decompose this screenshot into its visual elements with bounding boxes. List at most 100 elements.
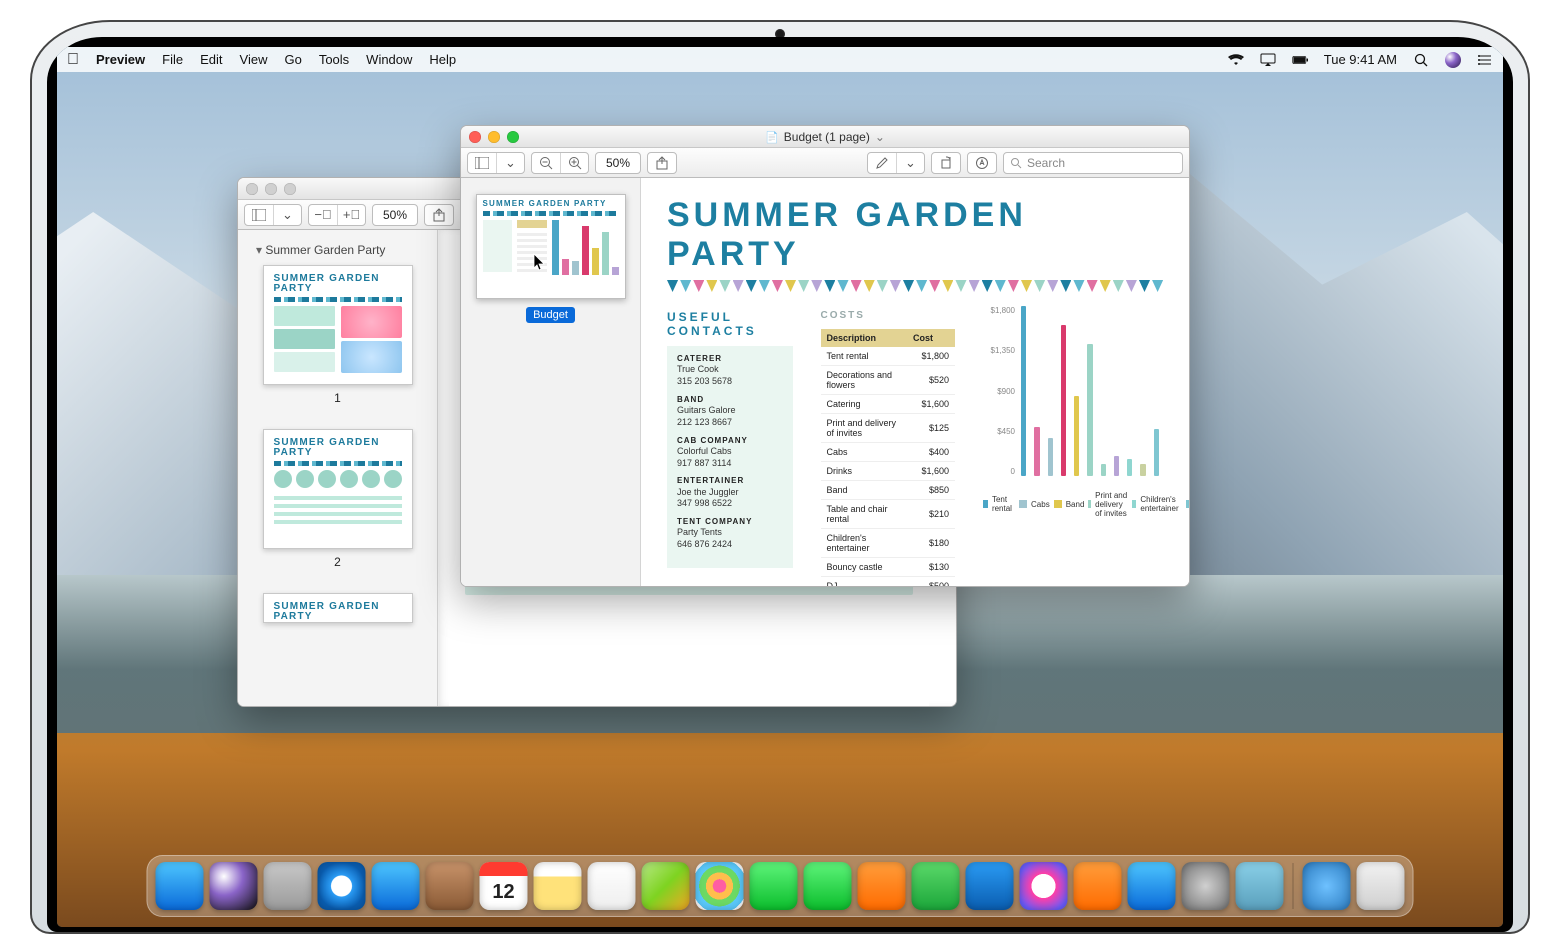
battery-icon[interactable] xyxy=(1292,52,1308,68)
cost-desc: Table and chair rental xyxy=(821,500,907,529)
y-tick: $900 xyxy=(983,387,1015,396)
share-button[interactable] xyxy=(425,205,453,225)
chart-y-axis: $1,800$1,350$900$4500 xyxy=(983,306,1015,476)
legend-item: Children's entertainer xyxy=(1132,495,1182,513)
zoom-level[interactable]: 50% xyxy=(373,205,417,225)
dock-app-safari[interactable] xyxy=(318,862,366,910)
dock: 12 xyxy=(147,855,1414,917)
zoom-level[interactable]: 50% xyxy=(596,153,640,173)
zoom-out-button[interactable]: −⃝ xyxy=(309,205,337,225)
dock-separator xyxy=(1293,863,1294,909)
app-menu[interactable]: Preview xyxy=(96,52,145,67)
contact-name: Guitars Galore xyxy=(677,405,783,417)
dock-app-pages[interactable] xyxy=(858,862,906,910)
siri-icon[interactable] xyxy=(1445,52,1461,68)
chart-bar xyxy=(1101,464,1106,476)
document-canvas-budget[interactable]: SUMMER GARDEN PARTY USEFUL CONTACTS CATE… xyxy=(641,178,1189,586)
dock-app-messages[interactable] xyxy=(750,862,798,910)
contacts-header: USEFUL CONTACTS xyxy=(667,310,793,338)
costs-table: Description Cost Tent rental$1,800Decora… xyxy=(821,329,955,586)
chart-bar xyxy=(1034,427,1039,476)
dock-app-finder[interactable] xyxy=(156,862,204,910)
cost-value: $1,800 xyxy=(907,347,955,366)
dock-app-reminders[interactable] xyxy=(588,862,636,910)
markup-highlight-button[interactable] xyxy=(868,153,896,173)
share-button[interactable] xyxy=(648,153,676,173)
sidebar-toggle[interactable]: ⌄ xyxy=(467,152,525,174)
contact-name: True Cook xyxy=(677,364,783,376)
sidebar-doc-title[interactable]: Summer Garden Party xyxy=(256,243,425,257)
menu-window[interactable]: Window xyxy=(366,52,412,67)
zoom-out-button[interactable] xyxy=(532,153,560,173)
search-icon xyxy=(1010,157,1022,169)
menubar-clock[interactable]: Tue 9:41 AM xyxy=(1324,52,1397,67)
dock-app-ibooks[interactable] xyxy=(1074,862,1122,910)
chart-bar xyxy=(1087,344,1092,476)
cost-desc: Drinks xyxy=(821,462,907,481)
contact-tel: 917 887 3114 xyxy=(677,458,783,470)
cost-value: $520 xyxy=(907,366,955,395)
contact-item: CAB COMPANYColorful Cabs917 887 3114 xyxy=(677,436,783,470)
dock-app-notes[interactable] xyxy=(534,862,582,910)
menu-view[interactable]: View xyxy=(240,52,268,67)
zoom-button[interactable] xyxy=(284,183,296,195)
menu-file[interactable]: File xyxy=(162,52,183,67)
minimize-button[interactable] xyxy=(265,183,277,195)
dock-app-appstore[interactable] xyxy=(1128,862,1176,910)
dock-app-itunes[interactable] xyxy=(1020,862,1068,910)
page-thumbnail-1[interactable]: SUMMER GARDEN PARTY xyxy=(250,265,425,405)
chevron-down-icon[interactable]: ⌄ xyxy=(875,130,885,144)
airplay-icon[interactable] xyxy=(1260,52,1276,68)
chevron-down-icon[interactable]: ⌄ xyxy=(896,153,924,173)
dock-app-preferences[interactable] xyxy=(1182,862,1230,910)
menu-tools[interactable]: Tools xyxy=(319,52,349,67)
window-titlebar-budget[interactable]: Budget (1 page)⌄ xyxy=(461,126,1189,148)
legend-item: Cabs xyxy=(1019,500,1050,509)
dock-app-facetime[interactable] xyxy=(804,862,852,910)
cost-value: $130 xyxy=(907,558,955,577)
contact-category: BAND xyxy=(677,395,783,405)
minimize-button[interactable] xyxy=(488,131,500,143)
sidebar-icon xyxy=(245,205,273,225)
wifi-icon[interactable] xyxy=(1228,52,1244,68)
decorative-triangle-strip xyxy=(667,280,1163,292)
page-thumbnail-2[interactable]: SUMMER GARDEN PARTY xyxy=(250,429,425,569)
legend-item: DJ xyxy=(1186,500,1189,509)
rotate-button[interactable] xyxy=(932,153,960,173)
menu-help[interactable]: Help xyxy=(429,52,456,67)
chart-bar xyxy=(1048,438,1053,476)
dock-app-mail[interactable] xyxy=(372,862,420,910)
page-thumbnail-3[interactable]: SUMMER GARDEN PARTY xyxy=(250,593,425,623)
dock-app-launchpad[interactable] xyxy=(264,862,312,910)
dock-app-siri[interactable] xyxy=(210,862,258,910)
menu-go[interactable]: Go xyxy=(284,52,301,67)
table-row: Table and chair rental$210 xyxy=(821,500,955,529)
zoom-button[interactable] xyxy=(507,131,519,143)
zoom-in-button[interactable]: +⃝ xyxy=(337,205,365,225)
spotlight-icon[interactable] xyxy=(1413,52,1429,68)
sidebar-toggle[interactable]: ⌄ xyxy=(244,204,302,226)
dock-app-numbers[interactable] xyxy=(912,862,960,910)
page-thumbnail-drag[interactable]: SUMMER GARDEN PARTY xyxy=(476,194,626,299)
close-button[interactable] xyxy=(246,183,258,195)
notification-center-icon[interactable] xyxy=(1477,52,1493,68)
contact-tel: 212 123 8667 xyxy=(677,417,783,429)
apple-menu-icon[interactable]:  xyxy=(67,51,79,69)
menu-edit[interactable]: Edit xyxy=(200,52,222,67)
dock-app-preview[interactable] xyxy=(1236,862,1284,910)
close-button[interactable] xyxy=(469,131,481,143)
zoom-in-button[interactable] xyxy=(560,153,588,173)
dock-app-photos[interactable] xyxy=(696,862,744,910)
chart-bar xyxy=(1074,396,1079,476)
bar-chart xyxy=(1017,306,1163,476)
dock-app-maps[interactable] xyxy=(642,862,690,910)
dock-app-downloads[interactable] xyxy=(1303,862,1351,910)
dock-app-trash[interactable] xyxy=(1357,862,1405,910)
dock-app-calendar[interactable]: 12 xyxy=(480,862,528,910)
search-input[interactable]: Search xyxy=(1003,152,1183,174)
doc-title: SUMMER GARDEN PARTY xyxy=(667,196,1163,274)
markup-toolbar-button[interactable] xyxy=(968,153,996,173)
dock-app-contacts[interactable] xyxy=(426,862,474,910)
table-row: Decorations and flowers$520 xyxy=(821,366,955,395)
dock-app-keynote[interactable] xyxy=(966,862,1014,910)
